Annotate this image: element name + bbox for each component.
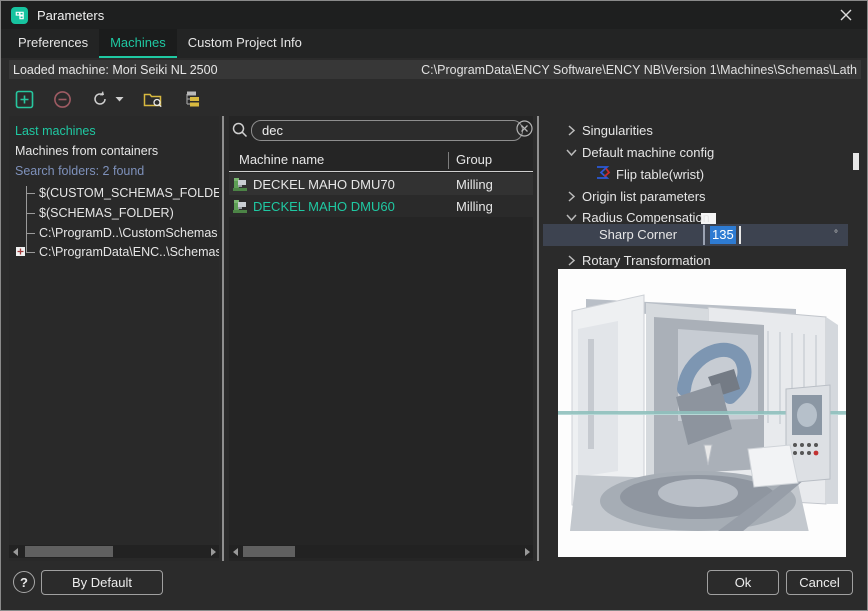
close-icon[interactable] <box>831 1 861 29</box>
text-caret <box>739 226 741 244</box>
chevron-right-icon <box>565 254 578 267</box>
help-button[interactable]: ? <box>13 571 35 593</box>
tab-preferences[interactable]: Preferences <box>7 29 99 58</box>
parameters-panel: Singularities Default machine config Fli… <box>543 116 861 561</box>
folders-panel: Last machines Machines from containers S… <box>9 116 219 561</box>
left-splitter[interactable] <box>222 116 224 561</box>
machine-group: Milling <box>456 177 493 192</box>
scroll-left-icon[interactable] <box>229 545 241 558</box>
sharp-corner-input[interactable]: 135 <box>710 226 736 244</box>
scroll-right-icon[interactable] <box>521 545 533 558</box>
chevron-right-icon <box>565 124 578 137</box>
scroll-right-icon[interactable] <box>207 545 219 558</box>
tree-item-custom-schemas-folder[interactable]: $(CUSTOM_SCHEMAS_FOLDER) <box>39 184 219 202</box>
add-machine-icon[interactable] <box>15 90 34 109</box>
left-panel-hscrollbar[interactable] <box>9 545 219 558</box>
machine-list-hscrollbar[interactable] <box>229 545 533 558</box>
sharp-corner-row[interactable]: Sharp Corner 135 ° <box>543 224 848 246</box>
search-folders-icon[interactable] <box>143 90 164 109</box>
column-group[interactable]: Group <box>456 152 492 167</box>
tree-item-custom-schemas-path[interactable]: C:\ProgramD..\CustomSchemas <box>39 224 218 242</box>
tab-bar: Preferences Machines Custom Project Info <box>1 29 867 58</box>
list-hscroll-thumb[interactable] <box>243 546 295 557</box>
robot-wrist-icon <box>595 164 612 184</box>
machines-toolbar <box>15 86 201 112</box>
machine-name: DECKEL MAHO DMU60 <box>253 199 395 214</box>
column-machine-name[interactable]: Machine name <box>239 152 324 167</box>
flip-table-label: Flip table(wrist) <box>616 167 704 182</box>
group-origin-list-parameters[interactable]: Origin list parameters <box>543 186 706 206</box>
tree-item-schemas-path[interactable]: C:\ProgramData\ENC..\Schemas <box>39 243 219 261</box>
tab-machines[interactable]: Machines <box>99 29 177 58</box>
machine-group: Milling <box>456 199 493 214</box>
group-default-machine-config[interactable]: Default machine config <box>543 142 714 162</box>
tab-custom-project-info[interactable]: Custom Project Info <box>177 29 313 58</box>
refresh-dropdown-icon <box>115 96 124 102</box>
degree-unit-label: ° <box>834 224 838 246</box>
parameters-dialog: Parameters Preferences Machines Custom P… <box>0 0 868 611</box>
tree-expander-icon[interactable] <box>16 247 25 256</box>
machine-name: DECKEL MAHO DMU70 <box>253 177 395 192</box>
scroll-left-icon[interactable] <box>9 545 21 558</box>
machine-row-dmu60-selected[interactable]: DECKEL MAHO DMU60 Milling <box>229 195 533 217</box>
machine-row-dmu70[interactable]: DECKEL MAHO DMU70 Milling <box>229 173 533 195</box>
params-vscroll-thumb[interactable] <box>853 153 859 170</box>
milling-machine-icon <box>232 198 248 217</box>
loaded-machine-bar: Loaded machine: Mori Seiki NL 2500 C:\Pr… <box>9 60 861 79</box>
by-default-button[interactable]: By Default <box>41 570 163 595</box>
machine-photo <box>558 269 846 557</box>
flip-table-row: Flip table(wrist) <box>543 164 704 184</box>
ok-button[interactable]: Ok <box>707 570 779 595</box>
cancel-button[interactable]: Cancel <box>786 570 853 595</box>
chevron-right-icon <box>565 190 578 203</box>
window-title: Parameters <box>37 8 104 23</box>
tree-item-schemas-folder[interactable]: $(SCHEMAS_FOLDER) <box>39 204 174 222</box>
tree-branch-line <box>26 186 27 252</box>
sharp-corner-label: Sharp Corner <box>599 224 677 246</box>
milling-machine-icon <box>232 176 248 195</box>
app-logo-icon <box>11 7 28 24</box>
search-icon <box>231 121 249 142</box>
left-hscroll-thumb[interactable] <box>25 546 113 557</box>
search-input[interactable] <box>251 120 523 141</box>
refresh-icon[interactable] <box>91 90 124 108</box>
machine-path-label: C:\ProgramData\ENCY Software\ENCY NB\Ver… <box>421 63 857 77</box>
list-header: Machine name Group <box>229 149 533 172</box>
group-singularities[interactable]: Singularities <box>543 120 653 140</box>
machines-from-containers-item[interactable]: Machines from containers <box>15 142 158 160</box>
loaded-machine-label: Loaded machine: Mori Seiki NL 2500 <box>13 63 218 77</box>
params-vscrollbar[interactable] <box>853 116 859 561</box>
chevron-down-icon <box>565 211 578 224</box>
right-splitter[interactable] <box>537 116 539 561</box>
title-bar: Parameters <box>1 1 867 29</box>
last-machines-item[interactable]: Last machines <box>15 122 96 140</box>
search-folders-item[interactable]: Search folders: 2 found <box>15 162 144 180</box>
remove-machine-icon[interactable] <box>53 90 72 109</box>
clear-search-icon[interactable] <box>516 120 533 140</box>
machine-list-panel: Machine name Group DECKEL MAHO DMU70 Mil… <box>229 116 533 561</box>
tree-view-icon[interactable] <box>183 90 201 108</box>
chevron-down-icon <box>565 146 578 159</box>
group-rotary-transformation[interactable]: Rotary Transformation <box>543 250 711 270</box>
